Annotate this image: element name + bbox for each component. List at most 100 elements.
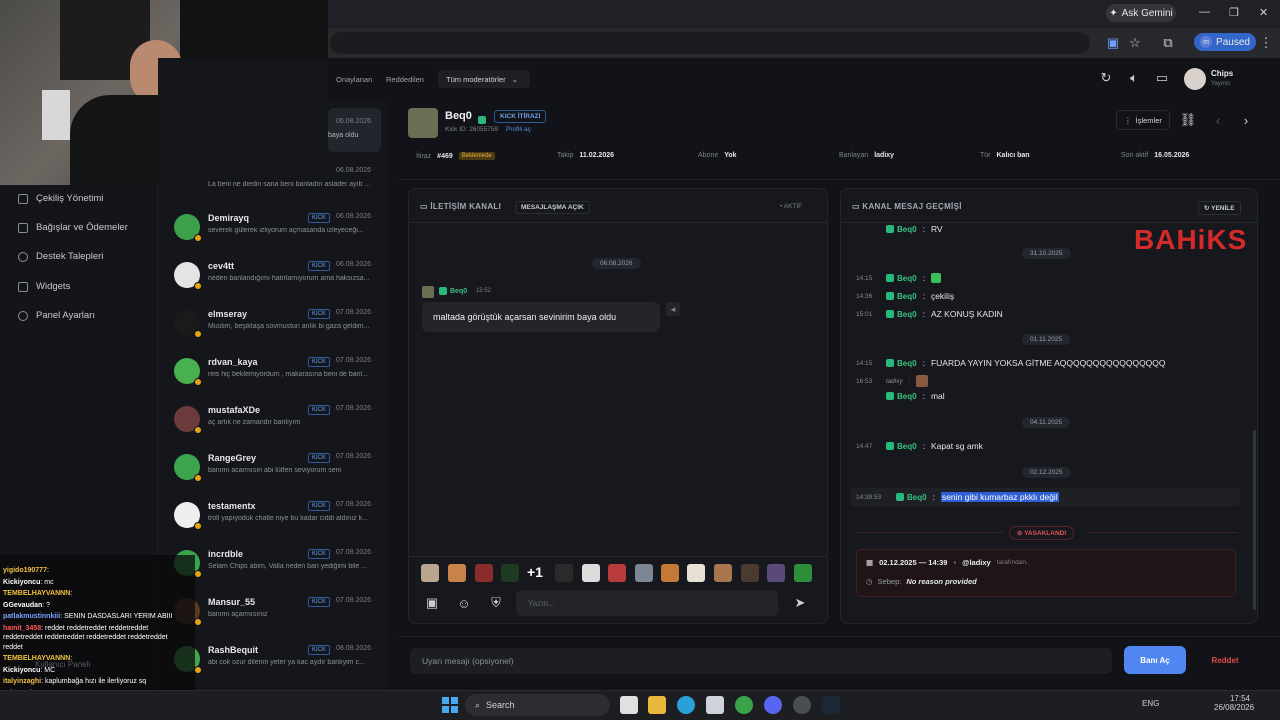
prev-arrow-icon[interactable]: ‹ xyxy=(1210,112,1226,128)
reject-button[interactable]: Reddet xyxy=(1194,646,1256,674)
date-separator: 02.12.2025 xyxy=(1022,467,1071,478)
list-message: baya oldu xyxy=(328,132,359,139)
status-dot xyxy=(194,426,202,434)
extensions-icon[interactable]: ⧉ xyxy=(1160,35,1176,51)
nav-donations[interactable]: Bağışlar ve Ödemeler xyxy=(18,222,128,233)
avatar[interactable] xyxy=(1184,68,1206,90)
chrome-icon[interactable] xyxy=(735,696,753,714)
message-time: 15:52 xyxy=(476,288,492,294)
emote-3[interactable] xyxy=(475,564,493,582)
profile-button[interactable]: m Paused xyxy=(1194,33,1256,51)
restore-icon[interactable]: ❐ xyxy=(1229,6,1239,19)
chat-line: italyinzaghi: kaplumbağa hızı ile ilerli… xyxy=(3,678,147,685)
avatar xyxy=(174,406,202,434)
status-dot xyxy=(194,234,202,242)
scrollbar[interactable] xyxy=(1253,430,1256,610)
image-icon[interactable]: ▣ xyxy=(424,595,440,611)
ban-info-line: ▦ 02.12.2025 — 14:39 • @ladixy tarafından. xyxy=(866,558,1028,567)
address-bar[interactable] xyxy=(330,32,1090,54)
chat-line: reddetreddet reddetreddet reddetreddet r… xyxy=(3,634,168,641)
status-dot xyxy=(194,522,202,530)
emote-7[interactable] xyxy=(608,564,626,582)
status-dot xyxy=(194,618,202,626)
message-input[interactable]: Yazın... xyxy=(516,590,778,616)
selected-text: senin gibi kumarbaz pkklı değil xyxy=(940,492,1059,502)
file-explorer-icon[interactable] xyxy=(648,696,666,714)
emote-12[interactable] xyxy=(741,564,759,582)
emote-10[interactable] xyxy=(687,564,705,582)
emote-2[interactable] xyxy=(448,564,466,582)
emote-1[interactable] xyxy=(421,564,439,582)
support-icon xyxy=(18,251,28,262)
gift-icon xyxy=(18,193,28,204)
steam-icon[interactable] xyxy=(822,696,840,714)
close-icon[interactable]: ✕ xyxy=(1259,6,1268,19)
emoji-icon[interactable]: ☺ xyxy=(456,595,472,611)
emote-6[interactable] xyxy=(582,564,600,582)
refresh-button[interactable]: ↻ YENİLE xyxy=(1198,201,1241,215)
emote-13[interactable] xyxy=(767,564,785,582)
next-arrow-icon[interactable]: › xyxy=(1238,112,1254,128)
kick-badge: KICK xyxy=(308,597,331,607)
bookmark-star-icon[interactable]: ☆ xyxy=(1127,35,1143,51)
shield-icon[interactable]: ⛨ xyxy=(488,595,504,611)
sparkle-icon: ✦ xyxy=(1109,7,1118,19)
emote-14[interactable] xyxy=(794,564,812,582)
screen-cast-icon[interactable]: ▣ xyxy=(1105,35,1121,51)
send-icon[interactable]: ➤ xyxy=(792,595,808,611)
gear-icon xyxy=(18,310,28,321)
chat-icon[interactable]: ▭ xyxy=(1154,70,1170,86)
windows-start-icon[interactable] xyxy=(442,697,458,713)
refresh-icon[interactable]: ↻ xyxy=(1098,70,1114,86)
avatar xyxy=(174,502,202,530)
taskview-icon[interactable] xyxy=(620,696,638,714)
nav-giveaway[interactable]: Çekiliş Yönetimi xyxy=(18,193,103,204)
warning-message-input[interactable]: Uyarı mesajı (opsiyonel) xyxy=(410,648,1112,674)
chat-line: TEMBELHAYVANNN: xyxy=(3,590,73,597)
tab-rejected[interactable]: Reddedilen xyxy=(386,75,424,84)
minimize-icon[interactable]: — xyxy=(1199,6,1210,18)
mod-action-row: 16:53 ladixy: xyxy=(856,375,929,387)
nav-widgets[interactable]: Widgets xyxy=(18,281,70,292)
speaker-icon[interactable]: ◂ xyxy=(666,302,680,316)
current-user-role: Yayıncı xyxy=(1211,81,1231,87)
store-icon[interactable] xyxy=(706,696,724,714)
nav-settings[interactable]: Panel Ayarları xyxy=(18,310,95,321)
discord-icon[interactable] xyxy=(764,696,782,714)
emote-11[interactable] xyxy=(714,564,732,582)
obs-icon[interactable] xyxy=(793,696,811,714)
volume-icon[interactable]: 🔈︎ xyxy=(1126,70,1142,86)
clock[interactable]: 17:54 26/08/2026 xyxy=(1214,694,1254,712)
emote-4[interactable] xyxy=(501,564,519,582)
emote-plus-one[interactable]: +1 xyxy=(527,564,543,580)
ask-gemini-button[interactable]: ✦ Ask Gemini xyxy=(1106,4,1176,22)
list-item[interactable]: RangeGrey KICK 07.08.2026 banımı acarmısın … xyxy=(158,448,384,496)
edge-icon[interactable] xyxy=(677,696,695,714)
date-separator: 01.11.2025 xyxy=(1022,334,1071,345)
link-icon[interactable]: ⛓︎ xyxy=(1180,112,1197,128)
list-item[interactable]: Demirayq KICK 06.08.2026 severek gülerek iz… xyxy=(158,208,384,256)
language-indicator[interactable]: ENG xyxy=(1142,699,1159,708)
divider xyxy=(841,222,1257,223)
history-message: 14:15 Beq0: FUARDA YAYIN YOKSA GİTME AQQQQ… xyxy=(856,358,1166,368)
list-item[interactable]: testamentx KICK 07.08.2026 troll yapıyoduk … xyxy=(158,496,384,544)
emote-9[interactable] xyxy=(661,564,679,582)
history-message: 15:01 Beq0: AZ KONUŞ KADIN xyxy=(856,309,1003,319)
emote-image xyxy=(916,375,929,387)
emote-5[interactable] xyxy=(555,564,573,582)
taskbar-search[interactable]: ⌕ Search xyxy=(465,694,610,716)
list-item[interactable]: rdvan_kaya KICK 07.08.2026 reis hiç beklemi… xyxy=(158,352,384,400)
menu-dots-icon[interactable]: ⋮ xyxy=(1258,35,1274,51)
list-item[interactable]: mustafaXDe KICK 07.08.2026 aç artık ne zama… xyxy=(158,400,384,448)
moderator-dropdown[interactable]: Tüm moderatörler ⌄ xyxy=(438,70,530,88)
list-item[interactable]: cev4tt KICK 06.08.2026 neden banlandığımı h… xyxy=(158,256,384,304)
emote-8[interactable] xyxy=(635,564,653,582)
actions-button[interactable]: ⋮ İşlemler xyxy=(1116,110,1170,130)
tab-approved[interactable]: Onaylanan xyxy=(336,75,372,84)
status-badge: • AKTİF xyxy=(780,203,803,210)
history-message: Beq0: RV xyxy=(856,224,943,234)
nav-support[interactable]: Destek Talepleri xyxy=(18,251,103,262)
list-item[interactable]: elmseray KICK 07.08.2026 Mustim, beşiktaşa … xyxy=(158,304,384,352)
open-profile-link[interactable]: Profili aç xyxy=(506,126,531,133)
unban-button[interactable]: Banı Aç xyxy=(1124,646,1186,674)
